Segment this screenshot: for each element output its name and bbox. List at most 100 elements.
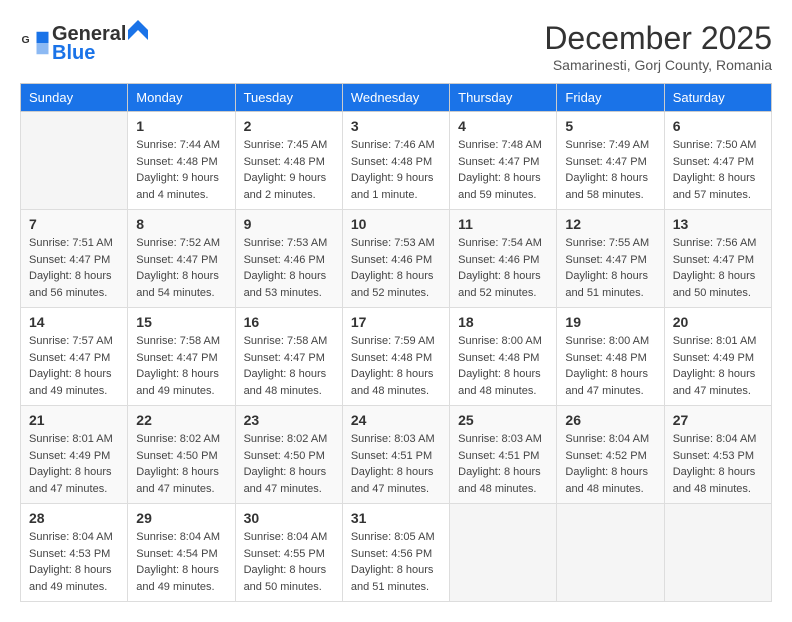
day-info: Sunrise: 7:49 AM Sunset: 4:47 PM Dayligh… xyxy=(565,137,655,203)
day-info: Sunrise: 7:44 AM Sunset: 4:48 PM Dayligh… xyxy=(136,137,226,203)
calendar-cell: 17 Sunrise: 7:59 AM Sunset: 4:48 PM Dayli… xyxy=(342,308,449,406)
day-number: 19 xyxy=(565,314,655,330)
day-number: 17 xyxy=(351,314,441,330)
day-info: Sunrise: 7:45 AM Sunset: 4:48 PM Dayligh… xyxy=(244,137,334,203)
calendar-cell: 29Sunrise: 8:04 AM Sunset: 4:54 PM Dayli… xyxy=(128,504,235,602)
day-number: 30 xyxy=(244,510,334,526)
calendar-cell: 23 Sunrise: 8:02 AM Sunset: 4:50 PM Dayli… xyxy=(235,406,342,504)
day-info: Sunrise: 7:56 AM Sunset: 4:47 PM Dayligh… xyxy=(673,235,763,301)
day-info: Sunrise: 8:05 AM Sunset: 4:56 PM Dayligh… xyxy=(351,529,441,595)
calendar-week-row: 14 Sunrise: 7:57 AM Sunset: 4:47 PM Dayli… xyxy=(21,308,772,406)
calendar-cell: 28Sunrise: 8:04 AM Sunset: 4:53 PM Dayli… xyxy=(21,504,128,602)
day-number: 14 xyxy=(29,314,119,330)
day-header-monday: Monday xyxy=(128,84,235,112)
day-number: 29 xyxy=(136,510,226,526)
day-info: Sunrise: 7:55 AM Sunset: 4:47 PM Dayligh… xyxy=(565,235,655,301)
day-info: Sunrise: 7:53 AM Sunset: 4:46 PM Dayligh… xyxy=(351,235,441,301)
day-info: Sunrise: 8:04 AM Sunset: 4:53 PM Dayligh… xyxy=(29,529,119,595)
day-header-saturday: Saturday xyxy=(664,84,771,112)
calendar-cell xyxy=(450,504,557,602)
day-number: 20 xyxy=(673,314,763,330)
day-number: 3 xyxy=(351,118,441,134)
day-info: Sunrise: 8:03 AM Sunset: 4:51 PM Dayligh… xyxy=(458,431,548,497)
day-info: Sunrise: 7:57 AM Sunset: 4:47 PM Dayligh… xyxy=(29,333,119,399)
day-info: Sunrise: 7:51 AM Sunset: 4:47 PM Dayligh… xyxy=(29,235,119,301)
day-header-sunday: Sunday xyxy=(21,84,128,112)
calendar-cell: 15 Sunrise: 7:58 AM Sunset: 4:47 PM Dayli… xyxy=(128,308,235,406)
page-header: G General Blue December 2025 Samarinesti… xyxy=(20,20,772,73)
title-block: December 2025 Samarinesti, Gorj County, … xyxy=(544,20,772,73)
calendar-cell: 8 Sunrise: 7:52 AM Sunset: 4:47 PM Daylig… xyxy=(128,210,235,308)
day-info: Sunrise: 8:03 AM Sunset: 4:51 PM Dayligh… xyxy=(351,431,441,497)
day-number: 24 xyxy=(351,412,441,428)
day-number: 12 xyxy=(565,216,655,232)
day-number: 26 xyxy=(565,412,655,428)
calendar-week-row: 1 Sunrise: 7:44 AM Sunset: 4:48 PM Daylig… xyxy=(21,112,772,210)
calendar-body: 1 Sunrise: 7:44 AM Sunset: 4:48 PM Daylig… xyxy=(21,112,772,602)
day-number: 25 xyxy=(458,412,548,428)
calendar-week-row: 7Sunrise: 7:51 AM Sunset: 4:47 PM Daylig… xyxy=(21,210,772,308)
day-number: 8 xyxy=(136,216,226,232)
day-info: Sunrise: 7:59 AM Sunset: 4:48 PM Dayligh… xyxy=(351,333,441,399)
calendar-cell: 3 Sunrise: 7:46 AM Sunset: 4:48 PM Daylig… xyxy=(342,112,449,210)
day-number: 10 xyxy=(351,216,441,232)
day-number: 11 xyxy=(458,216,548,232)
svg-text:G: G xyxy=(22,34,30,46)
day-number: 18 xyxy=(458,314,548,330)
calendar-cell: 22Sunrise: 8:02 AM Sunset: 4:50 PM Dayli… xyxy=(128,406,235,504)
calendar-cell: 21 Sunrise: 8:01 AM Sunset: 4:49 PM Dayli… xyxy=(21,406,128,504)
calendar-cell: 2Sunrise: 7:45 AM Sunset: 4:48 PM Daylig… xyxy=(235,112,342,210)
day-number: 5 xyxy=(565,118,655,134)
calendar-cell: 12 Sunrise: 7:55 AM Sunset: 4:47 PM Dayli… xyxy=(557,210,664,308)
calendar-cell xyxy=(557,504,664,602)
day-number: 23 xyxy=(244,412,334,428)
calendar-cell: 27Sunrise: 8:04 AM Sunset: 4:53 PM Dayli… xyxy=(664,406,771,504)
day-number: 6 xyxy=(673,118,763,134)
calendar-cell: 19 Sunrise: 8:00 AM Sunset: 4:48 PM Dayli… xyxy=(557,308,664,406)
logo-triangle xyxy=(128,20,148,40)
day-number: 9 xyxy=(244,216,334,232)
calendar-week-row: 21 Sunrise: 8:01 AM Sunset: 4:49 PM Dayli… xyxy=(21,406,772,504)
day-info: Sunrise: 8:02 AM Sunset: 4:50 PM Dayligh… xyxy=(136,431,226,497)
calendar-cell: 16 Sunrise: 7:58 AM Sunset: 4:47 PM Dayli… xyxy=(235,308,342,406)
day-info: Sunrise: 8:01 AM Sunset: 4:49 PM Dayligh… xyxy=(673,333,763,399)
calendar-cell: 20 Sunrise: 8:01 AM Sunset: 4:49 PM Dayli… xyxy=(664,308,771,406)
day-info: Sunrise: 7:46 AM Sunset: 4:48 PM Dayligh… xyxy=(351,137,441,203)
calendar-cell: 7Sunrise: 7:51 AM Sunset: 4:47 PM Daylig… xyxy=(21,210,128,308)
calendar-cell: 14 Sunrise: 7:57 AM Sunset: 4:47 PM Dayli… xyxy=(21,308,128,406)
month-title: December 2025 xyxy=(544,20,772,57)
calendar-cell: 5 Sunrise: 7:49 AM Sunset: 4:47 PM Daylig… xyxy=(557,112,664,210)
calendar-cell xyxy=(21,112,128,210)
day-info: Sunrise: 8:04 AM Sunset: 4:52 PM Dayligh… xyxy=(565,431,655,497)
day-info: Sunrise: 7:53 AM Sunset: 4:46 PM Dayligh… xyxy=(244,235,334,301)
day-number: 21 xyxy=(29,412,119,428)
day-info: Sunrise: 7:58 AM Sunset: 4:47 PM Dayligh… xyxy=(136,333,226,399)
day-number: 4 xyxy=(458,118,548,134)
calendar-cell: 10 Sunrise: 7:53 AM Sunset: 4:46 PM Dayli… xyxy=(342,210,449,308)
calendar-cell: 6Sunrise: 7:50 AM Sunset: 4:47 PM Daylig… xyxy=(664,112,771,210)
day-info: Sunrise: 8:04 AM Sunset: 4:53 PM Dayligh… xyxy=(673,431,763,497)
day-info: Sunrise: 8:00 AM Sunset: 4:48 PM Dayligh… xyxy=(458,333,548,399)
calendar-cell: 9 Sunrise: 7:53 AM Sunset: 4:46 PM Daylig… xyxy=(235,210,342,308)
day-info: Sunrise: 8:01 AM Sunset: 4:49 PM Dayligh… xyxy=(29,431,119,497)
logo: G General Blue xyxy=(20,20,148,65)
day-number: 16 xyxy=(244,314,334,330)
day-info: Sunrise: 7:52 AM Sunset: 4:47 PM Dayligh… xyxy=(136,235,226,301)
calendar-cell: 26 Sunrise: 8:04 AM Sunset: 4:52 PM Dayli… xyxy=(557,406,664,504)
calendar-cell: 13Sunrise: 7:56 AM Sunset: 4:47 PM Dayli… xyxy=(664,210,771,308)
day-info: Sunrise: 7:54 AM Sunset: 4:46 PM Dayligh… xyxy=(458,235,548,301)
calendar-cell: 30Sunrise: 8:04 AM Sunset: 4:55 PM Dayli… xyxy=(235,504,342,602)
day-info: Sunrise: 8:02 AM Sunset: 4:50 PM Dayligh… xyxy=(244,431,334,497)
calendar-cell: 4Sunrise: 7:48 AM Sunset: 4:47 PM Daylig… xyxy=(450,112,557,210)
calendar-cell: 25 Sunrise: 8:03 AM Sunset: 4:51 PM Dayli… xyxy=(450,406,557,504)
location-subtitle: Samarinesti, Gorj County, Romania xyxy=(544,57,772,73)
day-info: Sunrise: 7:58 AM Sunset: 4:47 PM Dayligh… xyxy=(244,333,334,399)
day-info: Sunrise: 8:00 AM Sunset: 4:48 PM Dayligh… xyxy=(565,333,655,399)
logo-icon: G xyxy=(20,28,50,58)
day-header-tuesday: Tuesday xyxy=(235,84,342,112)
day-number: 15 xyxy=(136,314,226,330)
day-header-wednesday: Wednesday xyxy=(342,84,449,112)
calendar-header-row: SundayMondayTuesdayWednesdayThursdayFrid… xyxy=(21,84,772,112)
day-header-friday: Friday xyxy=(557,84,664,112)
day-number: 1 xyxy=(136,118,226,134)
